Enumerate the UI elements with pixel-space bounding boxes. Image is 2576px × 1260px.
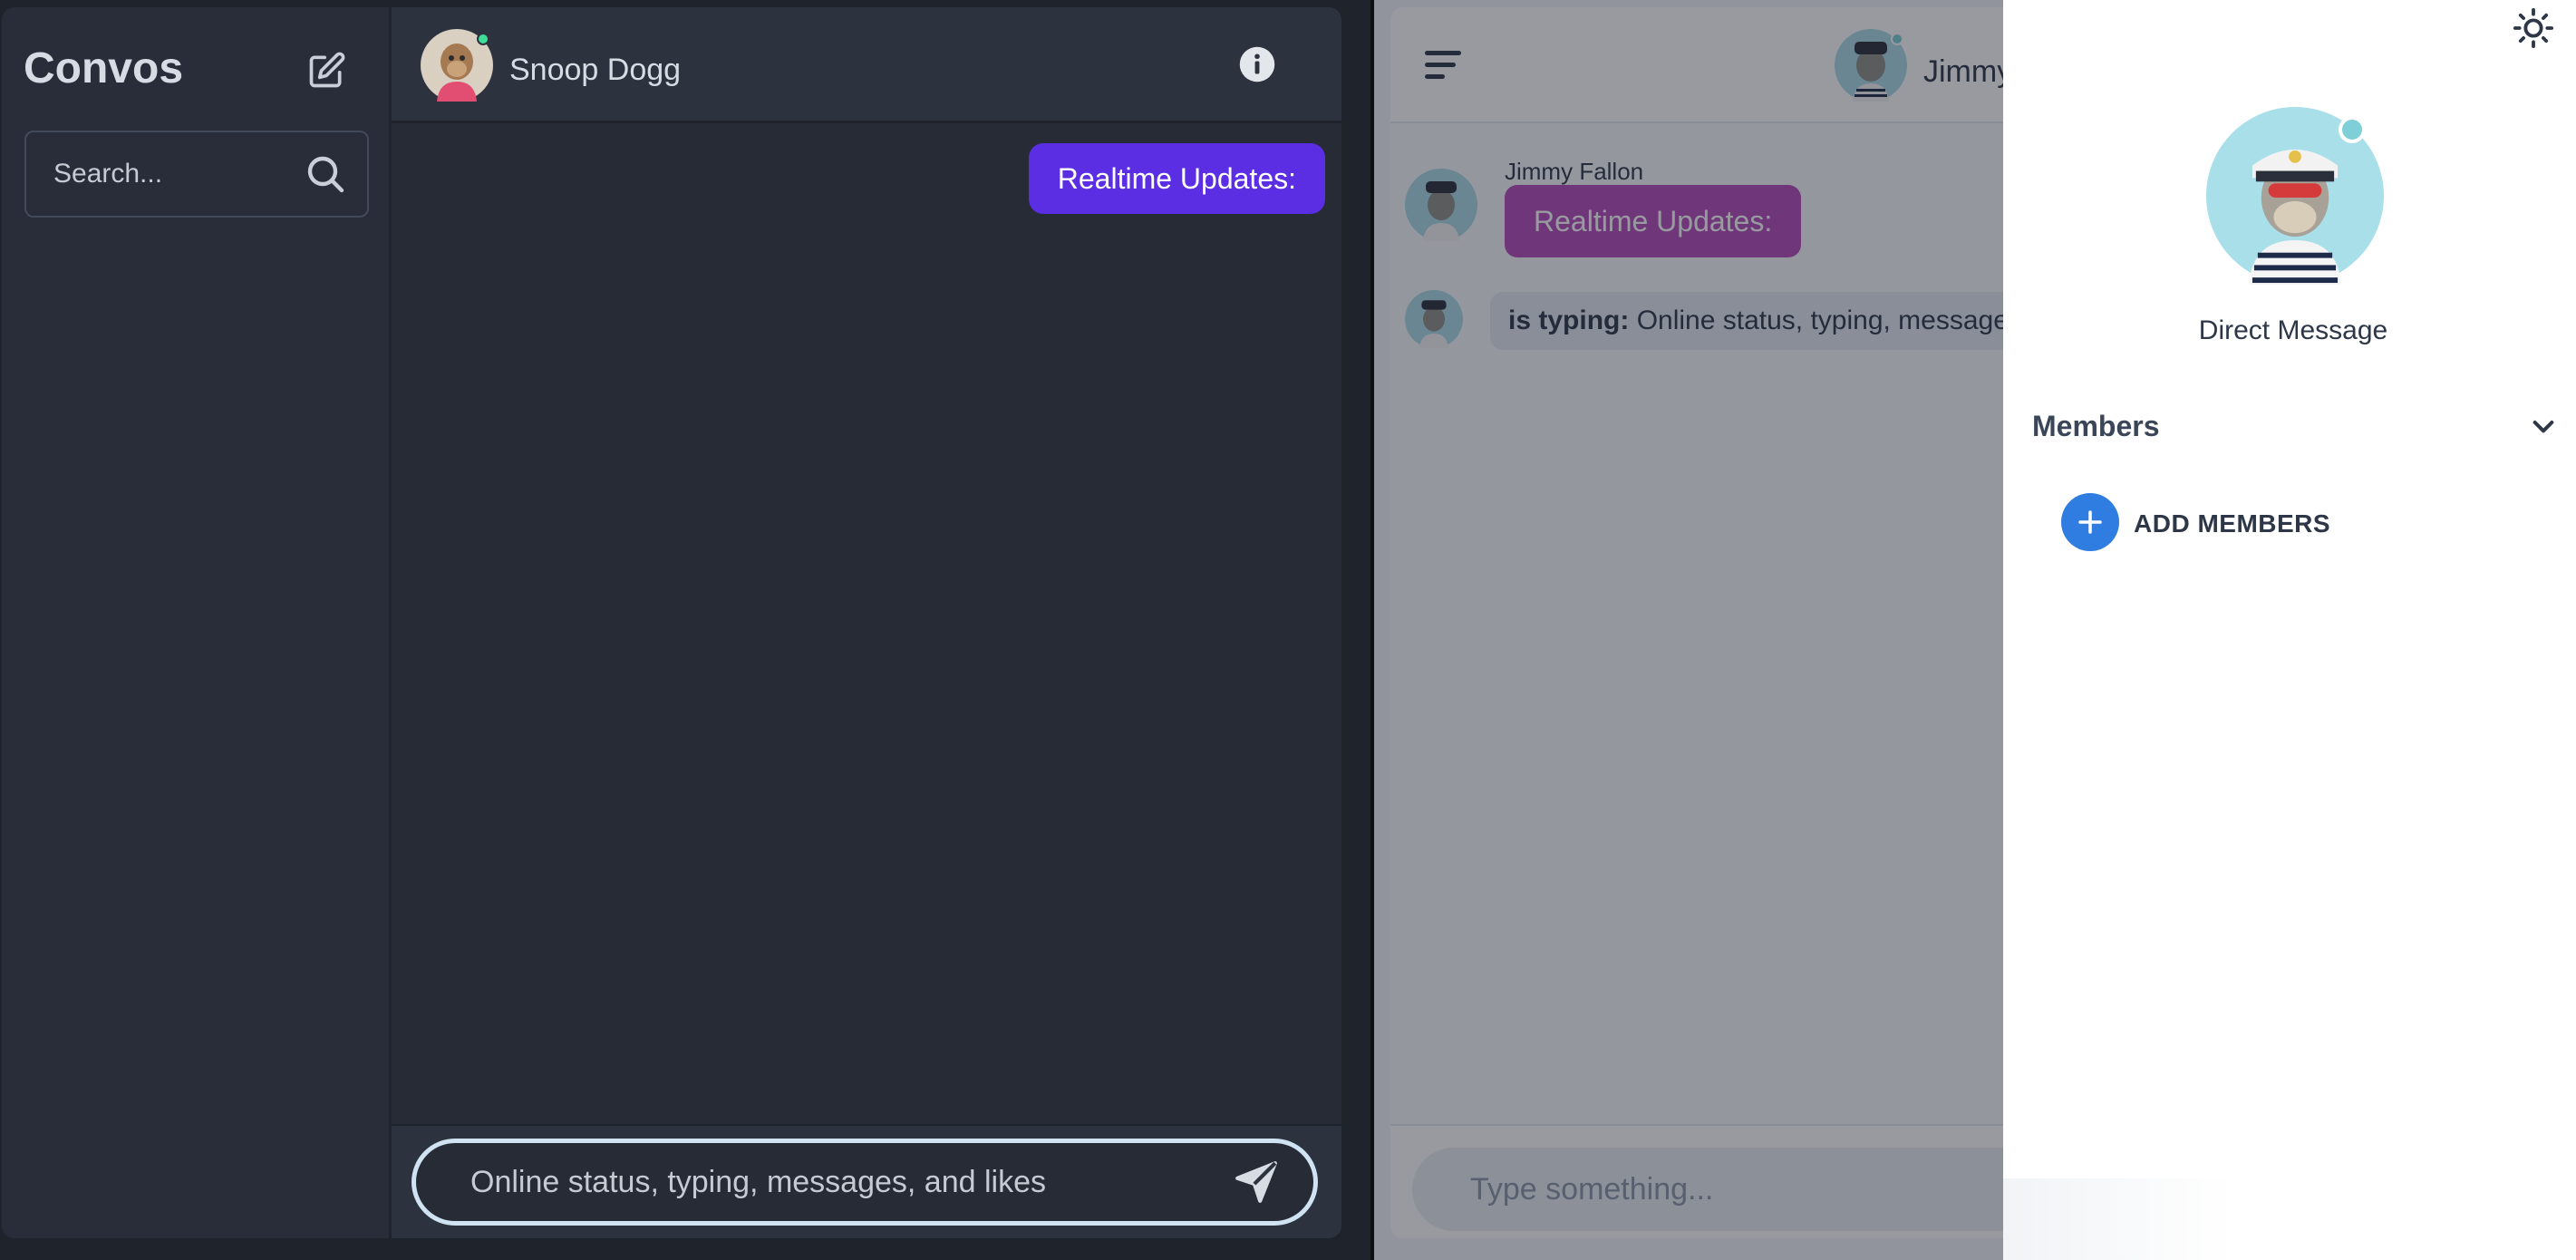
chat-header: Snoop Dogg: [392, 7, 1341, 123]
sun-icon[interactable]: [2513, 7, 2554, 49]
add-members-label: ADD MEMBERS: [2134, 509, 2331, 538]
message-composer: [412, 1139, 1318, 1226]
compose-icon: [309, 52, 345, 88]
message-input[interactable]: [470, 1143, 1214, 1221]
chat-pane: Snoop Dogg Realtime Updates:: [392, 7, 1341, 1238]
search-box: [24, 131, 369, 218]
chevron-down-icon: [2532, 421, 2554, 433]
conversation-avatar: [2206, 107, 2384, 285]
contact-name: Snoop Dogg: [509, 53, 682, 87]
online-status-dot: [477, 33, 489, 45]
sent-message-bubble: Realtime Updates:: [1028, 143, 1325, 214]
sidebar-title: Convos: [24, 44, 184, 92]
members-label: Members: [2032, 410, 2160, 442]
details-drawer: Direct Message Members ADD MEMBERS: [2003, 0, 2576, 1260]
conversations-sidebar: Convos: [2, 7, 389, 1238]
add-circle: [2061, 493, 2119, 551]
search-icon[interactable]: [304, 152, 347, 196]
status-dot: [2339, 116, 2366, 143]
search-input[interactable]: [53, 132, 298, 216]
send-icon[interactable]: [1234, 1159, 1279, 1205]
compose-button[interactable]: [303, 47, 350, 94]
dark-chat-app: Convos Search... Snoop Dogg Realtime Upd…: [0, 0, 1370, 1260]
members-section-toggle[interactable]: Members: [2032, 399, 2558, 453]
info-icon[interactable]: [1238, 45, 1276, 83]
plus-icon: [2078, 510, 2102, 534]
drawer-bottom-shadow: [2003, 1178, 2576, 1260]
drawer-title: Direct Message: [2198, 315, 2388, 345]
composer-area: [392, 1124, 1341, 1238]
contact-avatar[interactable]: [421, 29, 493, 102]
